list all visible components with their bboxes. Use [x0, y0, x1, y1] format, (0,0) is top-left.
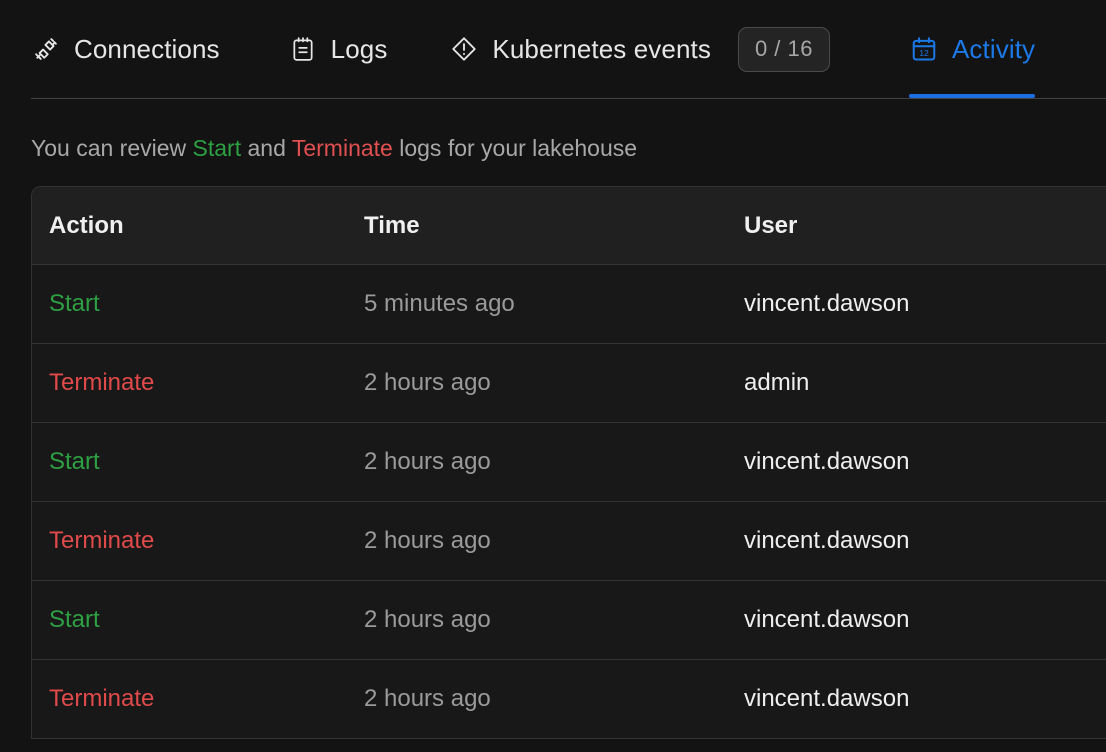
cell-user: vincent.dawson — [744, 264, 1106, 344]
table-row[interactable]: Start 5 minutes ago vincent.dawson — [32, 264, 1106, 344]
tab-bar: Connections Logs Kubernetes events 0 / 1… — [0, 0, 1106, 99]
tab-logs[interactable]: Logs — [288, 0, 388, 98]
activity-table-body: Start 5 minutes ago vincent.dawson Terminat… — [32, 264, 1106, 739]
cell-user: admin — [744, 343, 1106, 423]
description-prefix: You can review — [31, 135, 193, 161]
table-row[interactable]: Terminate 2 hours ago vincent.dawson — [32, 501, 1106, 581]
cell-time: 2 hours ago — [364, 580, 744, 660]
cell-time: 2 hours ago — [364, 422, 744, 502]
diamond-alert-icon — [449, 34, 479, 64]
activity-table-header: Action Time User — [32, 187, 1106, 265]
cell-action: Terminate — [32, 343, 364, 423]
tab-kubernetes-events-label: Kubernetes events — [492, 34, 711, 64]
cell-action: Start — [32, 264, 364, 344]
column-header-time[interactable]: Time — [364, 187, 744, 265]
cell-time: 5 minutes ago — [364, 264, 744, 344]
tab-logs-label: Logs — [330, 34, 388, 64]
table-header-row: Action Time User — [32, 187, 1106, 265]
tab-kubernetes-events[interactable]: Kubernetes events 0 / 16 — [449, 0, 830, 98]
cell-time: 2 hours ago — [364, 659, 744, 739]
table-row[interactable]: Start 2 hours ago vincent.dawson — [32, 580, 1106, 660]
description-suffix: logs for your lakehouse — [392, 135, 638, 161]
cell-user: vincent.dawson — [744, 422, 1106, 502]
cell-user: vincent.dawson — [744, 580, 1106, 660]
column-header-action[interactable]: Action — [32, 187, 364, 265]
cell-user: vincent.dawson — [744, 501, 1106, 581]
activity-description: You can review Start and Terminate logs … — [0, 99, 1106, 160]
tab-activity-label: Activity — [951, 34, 1036, 64]
cell-action: Start — [32, 580, 364, 660]
cell-action: Terminate — [32, 659, 364, 739]
plug-connection-icon — [31, 34, 61, 64]
tab-list: Connections Logs Kubernetes events 0 / 1… — [0, 0, 1106, 98]
tab-activity[interactable]: 12 Activity — [908, 0, 1036, 98]
cell-time: 2 hours ago — [364, 501, 744, 581]
notepad-icon — [288, 34, 318, 64]
kubernetes-events-count-badge: 0 / 16 — [737, 26, 830, 72]
column-header-user[interactable]: User — [744, 187, 1106, 265]
description-middle: and — [241, 135, 292, 161]
description-terminate-word: Terminate — [291, 135, 393, 161]
description-start-word: Start — [192, 135, 242, 161]
cell-action: Terminate — [32, 501, 364, 581]
table-row[interactable]: Terminate 2 hours ago vincent.dawson — [32, 659, 1106, 739]
calendar-icon: 12 — [909, 34, 939, 64]
activity-table-container: Action Time User Start 5 minutes ago vince… — [31, 186, 1106, 739]
cell-user: vincent.dawson — [744, 659, 1106, 739]
activity-table: Action Time User Start 5 minutes ago vince… — [32, 187, 1106, 739]
cell-action: Start — [32, 422, 364, 502]
table-row[interactable]: Start 2 hours ago vincent.dawson — [32, 422, 1106, 502]
cell-time: 2 hours ago — [364, 343, 744, 423]
tab-connections-label: Connections — [74, 34, 220, 64]
tab-connections[interactable]: Connections — [31, 0, 220, 98]
svg-text:12: 12 — [919, 48, 929, 58]
table-row[interactable]: Terminate 2 hours ago admin — [32, 343, 1106, 423]
tab-bar-divider — [31, 98, 1106, 99]
